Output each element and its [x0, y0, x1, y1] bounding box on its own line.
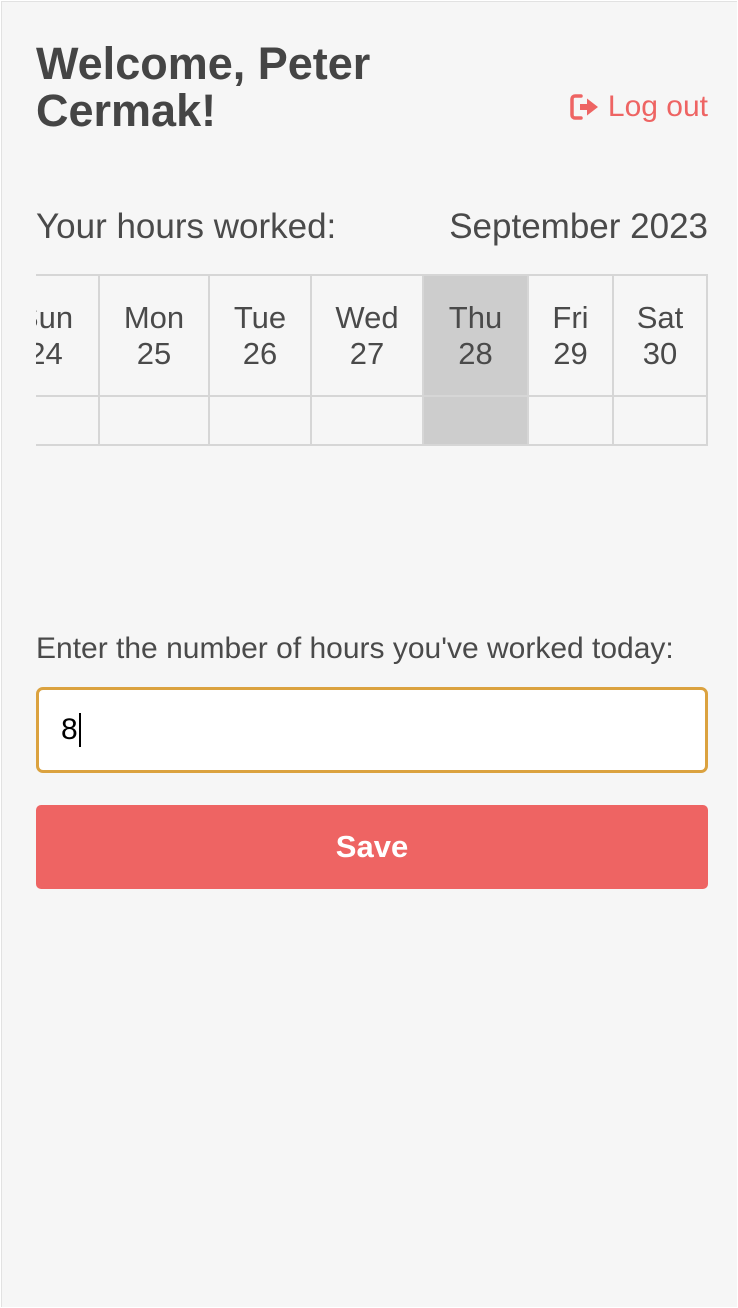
text-caret [78, 713, 81, 747]
day-hours-cell [529, 397, 612, 444]
day-weekday: Mon [123, 299, 185, 335]
hours-summary: Your hours worked: September 2023 [36, 207, 708, 251]
day-column-wed[interactable]: Wed 27 [310, 274, 422, 446]
day-hours-cell [210, 397, 310, 444]
hours-input-value: 8 [61, 713, 78, 746]
day-weekday: Sat [636, 299, 684, 335]
day-date: 28 [458, 335, 493, 371]
day-hours-cell [312, 397, 422, 444]
save-button[interactable]: Save [36, 805, 708, 889]
day-date: 24 [36, 335, 63, 371]
day-date: 26 [242, 335, 278, 371]
day-header[interactable]: Mon 25 [100, 276, 208, 397]
day-weekday: Sun [36, 299, 74, 335]
welcome-heading: Welcome, Peter Cermak! [36, 38, 371, 136]
day-date: 27 [349, 335, 385, 371]
week-calendar: Sun24Mon25Tue26Wed27Thu28Fri29Sat30 [36, 274, 708, 446]
day-weekday: Wed [335, 299, 399, 335]
day-header[interactable]: Thu 28 [424, 276, 527, 397]
day-column-tue[interactable]: Tue 26 [208, 274, 310, 446]
logout-link[interactable]: Log out [570, 90, 708, 124]
hours-input[interactable]: 8 [36, 687, 708, 773]
day-column-sun[interactable]: Sun24 [36, 274, 98, 446]
hours-worked-label: Your hours worked: [36, 207, 337, 246]
day-hours-cell [424, 397, 527, 444]
hours-entry-label: Enter the number of hours you've worked … [36, 632, 674, 665]
logout-label: Log out [607, 90, 708, 123]
day-weekday: Thu [448, 299, 503, 335]
day-header[interactable]: Sat 30 [614, 276, 706, 397]
day-column-thu[interactable]: Thu 28 [422, 274, 527, 446]
month-label[interactable]: September 2023 [449, 207, 708, 247]
day-column-mon[interactable]: Mon 25 [98, 274, 208, 446]
sign-out-icon [570, 94, 598, 120]
day-hours-cell [36, 397, 98, 444]
day-weekday: Tue [233, 299, 287, 335]
day-date: 29 [553, 335, 588, 371]
day-date: 25 [136, 335, 172, 371]
day-hours-cell [100, 397, 208, 444]
hours-entry-form: Enter the number of hours you've worked … [36, 632, 708, 889]
day-weekday: Fri [552, 299, 589, 335]
day-header[interactable]: Wed 27 [312, 276, 422, 397]
header: Welcome, Peter Cermak! Log out [36, 40, 708, 140]
day-column-fri[interactable]: Fri 29 [527, 274, 612, 446]
day-header[interactable]: Fri 29 [529, 276, 612, 397]
day-date: 30 [642, 335, 678, 371]
day-header[interactable]: Tue 26 [210, 276, 310, 397]
day-hours-cell [614, 397, 706, 444]
day-column-sat[interactable]: Sat 30 [612, 274, 708, 446]
app-frame: Welcome, Peter Cermak! Log out Your hour… [1, 1, 737, 1307]
day-header[interactable]: Sun24 [36, 276, 98, 397]
week-days: Sun24Mon25Tue26Wed27Thu28Fri29Sat30 [36, 274, 708, 446]
